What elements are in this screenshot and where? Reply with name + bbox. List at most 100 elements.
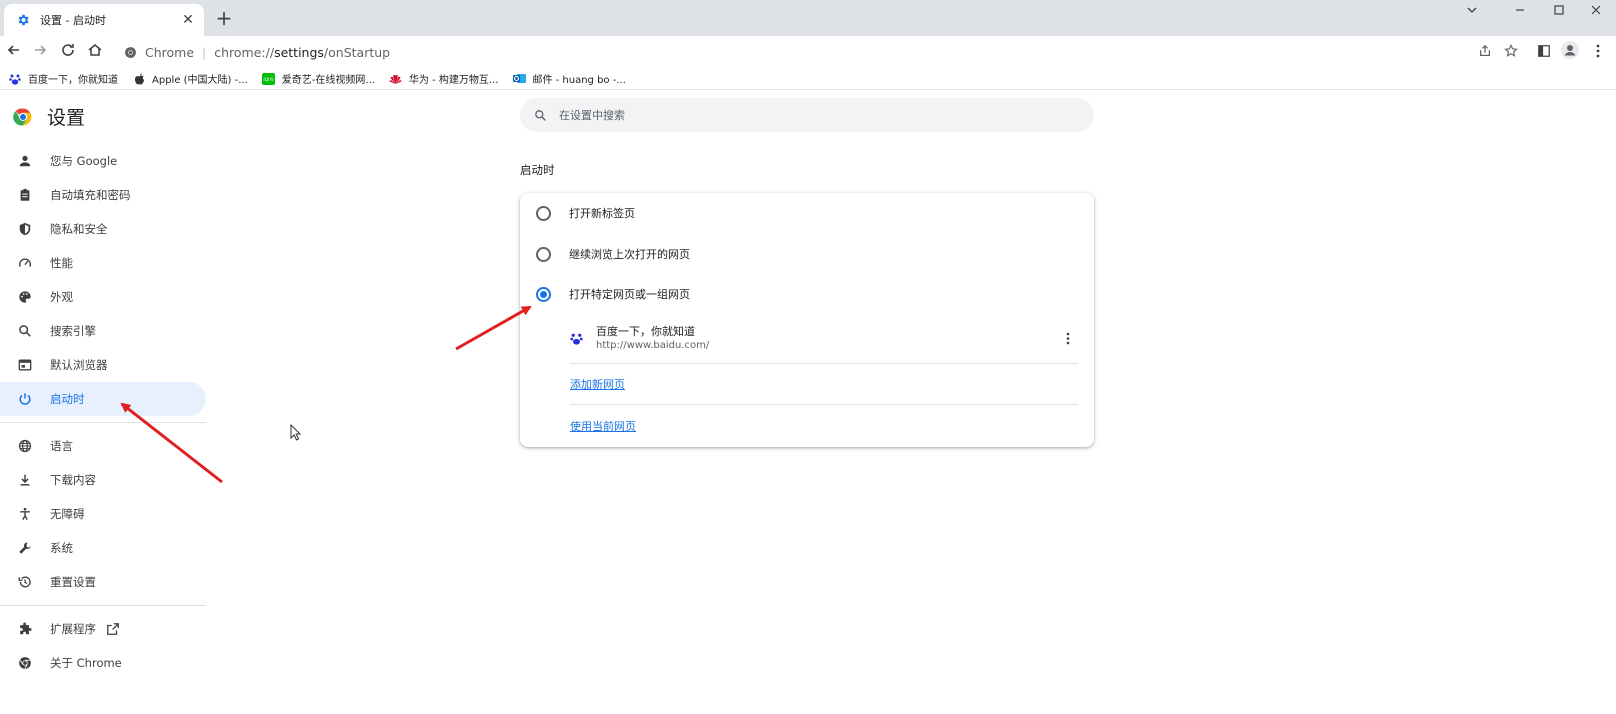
- reload-button[interactable]: [58, 42, 78, 62]
- sidebar-item-privacy[interactable]: 隐私和安全: [0, 212, 206, 246]
- card-divider: [570, 404, 1078, 405]
- sidebar-item-label: 自动填充和密码: [50, 188, 131, 202]
- toolbar: Chrome | chrome://settings/onStartup: [0, 36, 1616, 68]
- section-title: 启动时: [520, 163, 555, 177]
- sidebar-item-label: 扩展程序: [50, 622, 96, 636]
- use-current-pages-link[interactable]: 使用当前网页: [570, 418, 636, 434]
- accessibility-icon: [16, 505, 34, 523]
- arrow-left-icon: [6, 42, 22, 62]
- tab-strip: 设置 - 启动时 ✕ +: [0, 0, 1616, 36]
- radio-button-checked[interactable]: [536, 286, 551, 302]
- page-more-actions-button[interactable]: [1060, 328, 1076, 348]
- url-separator: |: [202, 44, 207, 60]
- mouse-cursor-icon: [290, 423, 302, 446]
- menu-button[interactable]: [1588, 42, 1608, 62]
- sidebar-item-about-chrome[interactable]: 关于 Chrome: [0, 646, 206, 680]
- settings-brand: 设置: [13, 103, 85, 130]
- sidebar-item-you-and-google[interactable]: 您与 Google: [0, 144, 206, 178]
- sidebar-item-on-startup[interactable]: 启动时: [0, 382, 206, 416]
- maximize-button[interactable]: [1539, 0, 1579, 20]
- share-icon: [1478, 43, 1492, 62]
- sidebar-item-label: 关于 Chrome: [50, 656, 122, 670]
- side-panel-icon: [1537, 43, 1551, 62]
- iqiyi-icon: iQIYI: [262, 72, 276, 86]
- close-window-button[interactable]: [1576, 0, 1616, 20]
- settings-title: 设置: [47, 107, 86, 129]
- card-divider: [570, 363, 1078, 364]
- maximize-icon: [1553, 1, 1565, 20]
- speedometer-icon: [16, 254, 34, 272]
- site-label: Chrome: [145, 44, 195, 60]
- settings-search-input[interactable]: 在设置中搜索: [520, 98, 1094, 132]
- bookmark-label: 爱奇艺-在线视频网...: [281, 75, 375, 86]
- bookmark-iqiyi[interactable]: iQIYI 爱奇艺-在线视频网...: [262, 71, 375, 86]
- chrome-logo-icon: [13, 107, 33, 127]
- sidebar-item-label: 语言: [50, 439, 73, 453]
- svg-text:iQIYI: iQIYI: [264, 77, 274, 83]
- startup-page-url: http://www.baidu.com/: [596, 340, 710, 351]
- home-button[interactable]: [85, 42, 105, 62]
- sidebar-item-reset[interactable]: 重置设置: [0, 565, 206, 599]
- search-icon: [534, 109, 547, 122]
- sidebar-item-label: 系统: [50, 541, 73, 555]
- sidebar-item-label: 启动时: [50, 392, 85, 406]
- history-icon: [16, 573, 34, 591]
- palette-icon: [16, 288, 34, 306]
- sidebar-item-extensions[interactable]: 扩展程序: [0, 612, 206, 646]
- home-icon: [87, 42, 103, 62]
- url-host: settings: [274, 44, 324, 60]
- radio-open-new-tab[interactable]: 打开新标签页: [536, 201, 635, 225]
- url-path: /onStartup: [323, 44, 391, 60]
- sidebar-item-downloads[interactable]: 下载内容: [0, 463, 206, 497]
- bookmark-huawei[interactable]: 华为 - 构建万物互...: [389, 71, 498, 86]
- search-placeholder: 在设置中搜索: [559, 109, 625, 122]
- bookmark-baidu[interactable]: 百度一下，你就知道: [8, 71, 118, 86]
- sidebar-item-default-browser[interactable]: 默认浏览器: [0, 348, 206, 382]
- person-icon: [16, 152, 34, 170]
- sidebar-item-label: 下载内容: [50, 473, 96, 487]
- new-tab-button[interactable]: +: [214, 8, 234, 28]
- kebab-menu-icon: [1066, 332, 1070, 345]
- close-tab-button[interactable]: ✕: [180, 12, 196, 28]
- radio-button[interactable]: [536, 205, 551, 221]
- tab-settings[interactable]: 设置 - 启动时 ✕: [4, 4, 204, 36]
- forward-button[interactable]: [30, 42, 50, 62]
- side-panel-button[interactable]: [1534, 42, 1554, 62]
- baidu-icon: [570, 330, 584, 345]
- bookmark-star-button[interactable]: [1501, 42, 1521, 62]
- radio-continue-where-left-off[interactable]: 继续浏览上次打开的网页: [536, 242, 690, 266]
- minimize-button[interactable]: [1500, 0, 1540, 20]
- radio-label: 打开新标签页: [569, 207, 635, 220]
- bookmark-outlook[interactable]: 邮件 - huang bo -...: [512, 71, 626, 86]
- address-bar[interactable]: Chrome | chrome://settings/onStartup: [116, 38, 1526, 66]
- annotation-arrow-option: [455, 305, 532, 351]
- chrome-icon: [16, 654, 34, 672]
- sidebar-item-label: 性能: [50, 256, 73, 270]
- sidebar-item-autofill[interactable]: 自动填充和密码: [0, 178, 206, 212]
- apple-icon: [132, 72, 146, 86]
- wrench-icon: [16, 539, 34, 557]
- power-icon: [16, 390, 34, 408]
- sidebar-item-system[interactable]: 系统: [0, 531, 206, 565]
- sidebar-item-search-engine[interactable]: 搜索引擎: [0, 314, 206, 348]
- download-icon: [16, 471, 34, 489]
- sidebar-item-languages[interactable]: 语言: [0, 429, 206, 463]
- radio-open-specific-pages[interactable]: 打开特定网页或一组网页: [536, 282, 690, 306]
- sidebar-item-accessibility[interactable]: 无障碍: [0, 497, 206, 531]
- share-button[interactable]: [1475, 42, 1495, 62]
- globe-icon: [16, 437, 34, 455]
- profile-button[interactable]: [1560, 41, 1580, 62]
- sidebar-item-appearance[interactable]: 外观: [0, 280, 206, 314]
- radio-label: 打开特定网页或一组网页: [569, 288, 690, 301]
- startup-page-title: 百度一下，你就知道: [596, 325, 695, 338]
- back-button[interactable]: [4, 42, 24, 62]
- bookmark-apple[interactable]: Apple (中国大陆) -...: [132, 71, 248, 86]
- sidebar-item-label: 默认浏览器: [50, 358, 108, 372]
- radio-button[interactable]: [536, 246, 551, 262]
- sidebar-item-performance[interactable]: 性能: [0, 246, 206, 280]
- arrow-right-icon: [32, 42, 48, 62]
- add-new-page-link[interactable]: 添加新网页: [570, 376, 625, 392]
- shield-icon: [16, 220, 34, 238]
- tab-search-button[interactable]: [1452, 0, 1492, 20]
- bookmark-label: Apple (中国大陆) -...: [152, 75, 248, 86]
